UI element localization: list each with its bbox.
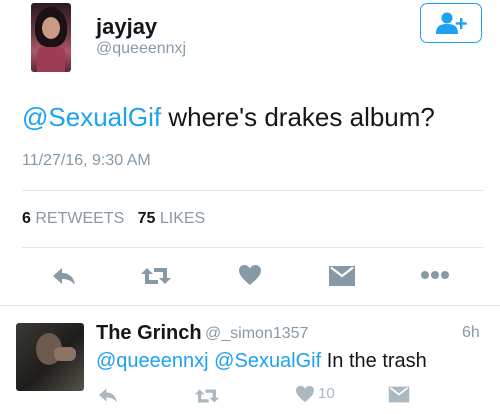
reply-time: 6h <box>462 324 480 341</box>
add-user-icon <box>436 12 467 34</box>
reply-avatar[interactable] <box>16 323 84 391</box>
divider <box>0 305 500 306</box>
reply-like-count: 10 <box>318 385 335 402</box>
mention-link[interactable]: @queeennxj <box>96 350 209 372</box>
display-name[interactable]: jayjay <box>96 14 157 40</box>
heart-icon <box>239 265 261 285</box>
more-action[interactable] <box>420 270 450 280</box>
like-label: LIKES <box>159 210 206 227</box>
divider <box>22 190 484 191</box>
tweet-body: where's drakes album? <box>161 102 435 132</box>
tweet-text: @SexualGif where's drakes album? <box>22 102 435 133</box>
like-count: 75 <box>137 210 156 227</box>
more-dots-icon <box>421 271 449 279</box>
retweet-icon <box>141 268 171 284</box>
reply-message-action[interactable] <box>388 385 410 404</box>
user-handle[interactable]: @queeennxj <box>96 40 186 58</box>
reply-display-name[interactable]: The Grinch <box>96 322 202 345</box>
tweet-stats: 6 RETWEETS 75 LIKES <box>22 210 205 228</box>
reply-body: In the trash <box>321 350 427 372</box>
mention-link[interactable]: @SexualGif <box>214 350 321 372</box>
message-action[interactable] <box>328 264 356 288</box>
reply-like-action[interactable] <box>295 385 315 403</box>
mention-link[interactable]: @SexualGif <box>22 102 161 132</box>
like-action[interactable] <box>238 264 262 286</box>
reply-handle[interactable]: @_simon1357 <box>205 325 308 343</box>
direct-message-icon <box>388 386 410 403</box>
follow-button[interactable] <box>420 3 482 43</box>
direct-message-icon <box>329 266 355 286</box>
retweet-count: 6 <box>22 210 31 227</box>
divider <box>22 247 484 248</box>
retweet-icon <box>194 389 220 403</box>
retweet-action[interactable] <box>140 264 172 288</box>
like-stat[interactable]: 75 LIKES <box>138 210 206 227</box>
reply-reply-action[interactable] <box>97 386 119 404</box>
reply-text: @queeennxj @SexualGif In the trash <box>96 350 427 373</box>
reply-arrow-icon <box>99 388 117 403</box>
reply-action[interactable] <box>51 265 77 287</box>
reply-retweet-action[interactable] <box>194 386 220 406</box>
tweet-timestamp: 11/27/16, 9:30 AM <box>22 152 151 169</box>
heart-icon <box>296 385 314 403</box>
retweet-stat[interactable]: 6 RETWEETS <box>22 210 124 227</box>
retweet-label: RETWEETS <box>35 210 125 227</box>
reply-arrow-icon <box>53 268 75 285</box>
user-avatar[interactable] <box>31 3 71 72</box>
